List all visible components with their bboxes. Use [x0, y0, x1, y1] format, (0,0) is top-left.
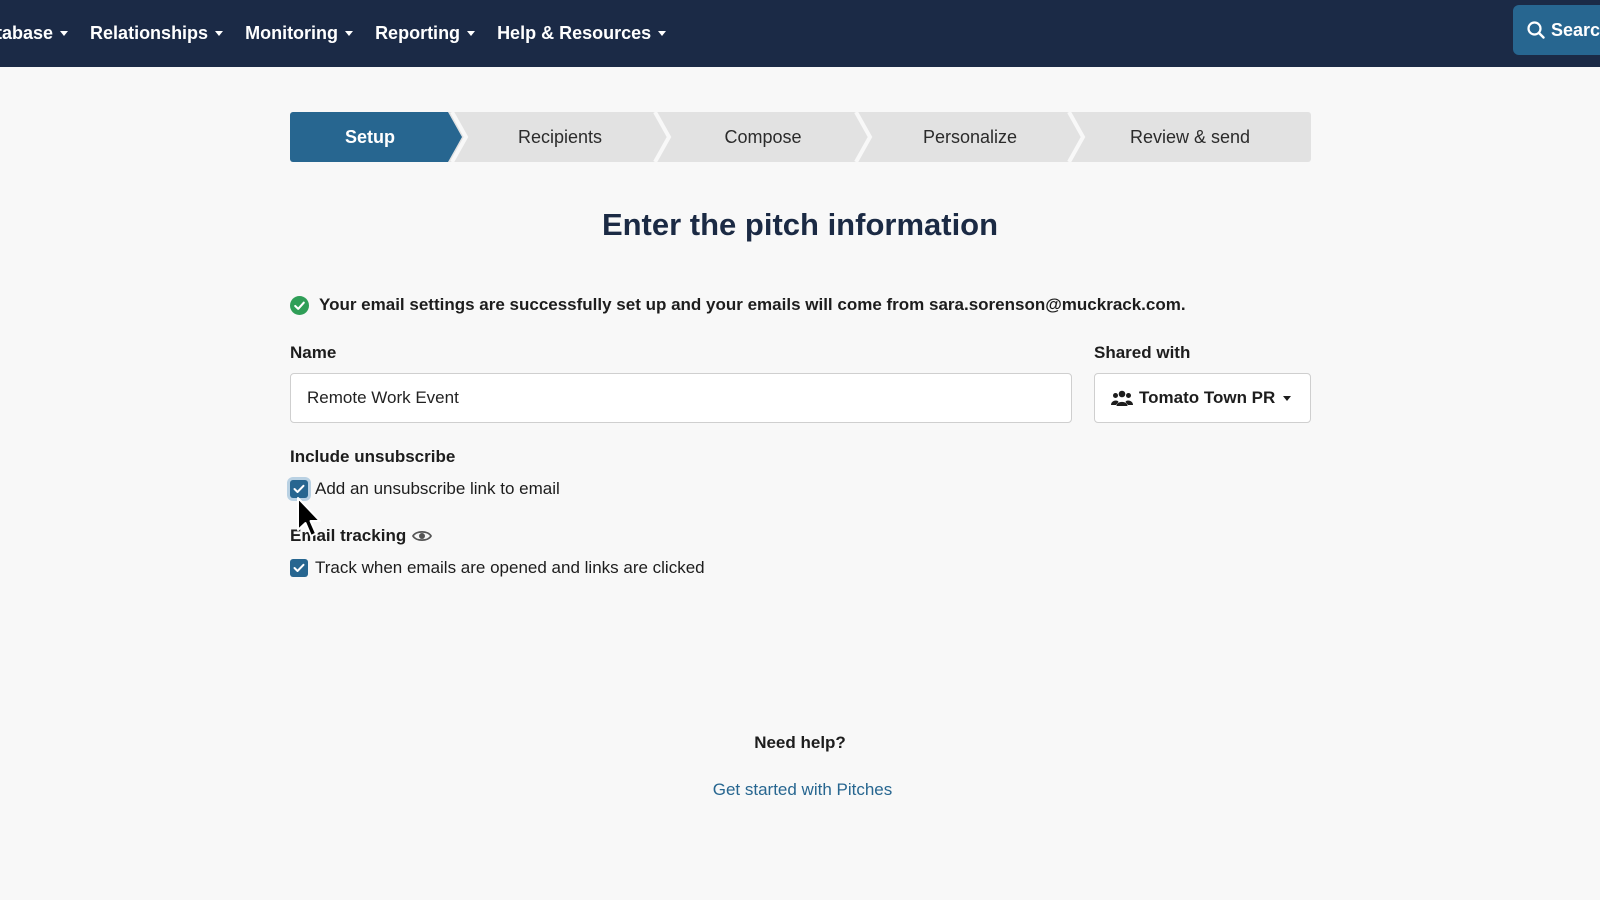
search-icon	[1527, 21, 1545, 39]
step-review-send[interactable]: Review & send	[1080, 112, 1300, 162]
nav-item-label: Relationships	[90, 23, 209, 43]
step-compose[interactable]: Compose	[665, 112, 861, 162]
tracking-option: Track when emails are opened and links a…	[290, 558, 705, 578]
caret-down-icon	[345, 31, 354, 36]
nav-item-label: tabase	[0, 23, 54, 43]
include-unsubscribe-label: Include unsubscribe	[290, 447, 456, 466]
shared-with-value: Tomato Town PR	[1139, 388, 1276, 407]
nav-item-label: Reporting	[375, 23, 461, 43]
eye-icon[interactable]	[412, 529, 433, 543]
caret-down-icon	[658, 31, 667, 36]
nav-item-label: Monitoring	[245, 23, 339, 43]
search-button-label: Search	[1551, 19, 1600, 40]
caret-down-icon	[1283, 395, 1292, 401]
nav-item-relationships[interactable]: Relationships	[90, 23, 224, 44]
step-personalize[interactable]: Personalize	[866, 112, 1074, 162]
name-label: Name	[290, 343, 337, 362]
unsubscribe-option: Add an unsubscribe link to email	[290, 479, 560, 499]
shared-with-label: Shared with	[1094, 343, 1191, 362]
mouse-pointer-icon	[297, 497, 321, 537]
users-icon	[1111, 390, 1133, 406]
caret-down-icon	[467, 31, 476, 36]
nav-item-help-resources[interactable]: Help & Resources	[497, 23, 667, 44]
tracking-option-label: Track when emails are opened and links a…	[315, 558, 705, 577]
shared-with-select[interactable]: Tomato Town PR	[1094, 373, 1311, 423]
tracking-checkbox[interactable]	[290, 559, 308, 577]
nav-menu: tabase Relationships Monitoring Reportin…	[0, 0, 688, 67]
wizard-stepper: Setup Recipients Compose Personalize Rev…	[290, 112, 1311, 162]
nav-item-monitoring[interactable]: Monitoring	[245, 23, 354, 44]
top-navigation: tabase Relationships Monitoring Reportin…	[0, 0, 1600, 67]
check-circle-icon	[290, 295, 309, 315]
page-title: Enter the pitch information	[601, 207, 999, 242]
notice-text: Your email settings are successfully set…	[319, 295, 1186, 314]
step-setup[interactable]: Setup	[290, 112, 450, 162]
email-settings-notice: Your email settings are successfully set…	[290, 295, 1186, 315]
nav-item-database[interactable]: tabase	[0, 23, 69, 44]
nav-item-label: Help & Resources	[497, 23, 652, 43]
need-help-heading: Need help?	[754, 733, 846, 752]
name-input[interactable]	[290, 373, 1072, 423]
nav-item-reporting[interactable]: Reporting	[375, 23, 476, 44]
caret-down-icon	[215, 31, 224, 36]
checkmark-icon	[293, 484, 305, 493]
caret-down-icon	[60, 31, 69, 36]
step-recipients[interactable]: Recipients	[460, 112, 660, 162]
unsubscribe-option-label: Add an unsubscribe link to email	[315, 479, 560, 498]
search-button[interactable]: Search	[1513, 5, 1600, 55]
checkmark-icon	[293, 563, 305, 572]
get-started-link[interactable]: Get started with Pitches	[0, 780, 1600, 800]
